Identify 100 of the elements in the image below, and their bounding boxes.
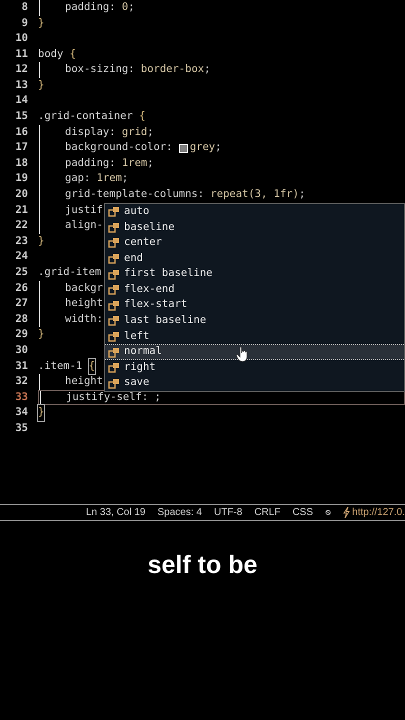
status-item[interactable]: CSS (292, 505, 314, 520)
css-property: justify-self (66, 390, 142, 405)
css-selector: .item-1 (38, 358, 84, 374)
css-property: display (65, 124, 110, 140)
line-number: 18 (14, 156, 28, 171)
brace: { (139, 109, 146, 124)
line-number: 33 (14, 390, 28, 405)
suggestion-item[interactable]: auto (105, 204, 404, 220)
line-number: 15 (14, 109, 28, 124)
brace: } (38, 234, 44, 249)
property-icon (108, 253, 120, 264)
css-selector: body (38, 46, 64, 62)
status-item[interactable]: Ln 33, Col 19 (86, 505, 146, 520)
suggestion-item[interactable]: save (105, 376, 404, 392)
brace: } (38, 78, 44, 93)
property-icon (108, 315, 120, 326)
punctuation: ; (154, 390, 161, 405)
css-property: backgr (65, 280, 103, 296)
live-server-item[interactable]: http://127.0. (343, 505, 405, 520)
css-value: 1rem (122, 156, 148, 171)
punctuation: : (109, 124, 117, 140)
css-property: height (65, 374, 103, 390)
suggestion-item[interactable]: flex-start (105, 298, 404, 314)
property-icon (108, 237, 120, 248)
line-number: 29 (14, 327, 28, 342)
punctuation: : (198, 187, 206, 202)
line-number: 17 (14, 140, 28, 156)
punctuation: ; (215, 140, 222, 156)
css-property: padding (65, 0, 110, 15)
line-number: 30 (14, 342, 28, 358)
punctuation: : (109, 0, 117, 15)
punctuation: : (128, 62, 136, 78)
css-property: background-color (65, 140, 166, 156)
line-number: 14 (14, 93, 28, 108)
punctuation: ; (128, 0, 135, 15)
suggestion-item[interactable]: end (105, 250, 404, 266)
css-property: padding (65, 156, 110, 171)
line-number: 32 (14, 374, 28, 390)
property-icon (108, 268, 120, 280)
line-number: 22 (14, 218, 28, 234)
punctuation: ; (147, 156, 154, 171)
status-item[interactable]: CRLF (254, 505, 280, 520)
css-value: grid (122, 124, 148, 140)
suggestion-item[interactable]: last baseline (105, 313, 404, 329)
suggestion-item[interactable]: normal (105, 344, 404, 360)
css-selector: .grid-container (38, 109, 134, 124)
property-icon (108, 378, 120, 389)
brace: } (38, 327, 44, 342)
punctuation: : (109, 156, 117, 171)
suggestion-item[interactable]: flex-end (105, 282, 404, 298)
css-property: gap (65, 171, 84, 186)
brace: { (88, 358, 95, 374)
punctuation: ; (122, 171, 128, 186)
punctuation: ; (298, 187, 306, 202)
line-number: 21 (14, 202, 28, 218)
status-item[interactable]: UTF-8 (214, 505, 242, 520)
css-property: grid-template-columns (65, 187, 198, 202)
caption: self to be (146, 550, 258, 581)
line-number: 19 (14, 171, 28, 186)
property-icon (108, 284, 120, 296)
css-property: width: (65, 312, 103, 327)
css-value: repeat(3, 1fr) (210, 187, 299, 202)
line-number: 25 (14, 265, 28, 280)
line-number: 16 (14, 124, 28, 140)
punctuation: : (166, 140, 174, 156)
css-property: justif (65, 202, 103, 218)
css-value: 0 (122, 0, 128, 15)
property-icon (108, 300, 120, 311)
line-number: 10 (14, 31, 28, 46)
line-number: 26 (14, 280, 28, 296)
feedback-icon[interactable] (325, 507, 332, 518)
brace: } (38, 16, 44, 31)
line-number: 13 (14, 78, 28, 93)
property-icon (108, 222, 120, 233)
suggestion-item[interactable]: right (105, 360, 404, 376)
suggestion-item[interactable]: center (105, 235, 404, 251)
line-number: 24 (14, 249, 28, 264)
brace: { (70, 46, 76, 62)
line-number: 12 (14, 62, 28, 78)
property-icon (108, 362, 120, 374)
status-item[interactable]: Spaces: 4 (158, 505, 202, 520)
css-property: align- (65, 218, 103, 234)
property-icon (108, 331, 120, 342)
line-number: 34 (14, 405, 28, 420)
suggestion-item[interactable]: first baseline (105, 266, 404, 282)
lightning-icon (343, 507, 350, 518)
css-property: height (65, 296, 103, 312)
line-number: 35 (14, 420, 28, 436)
suggestion-item[interactable]: baseline (105, 220, 404, 236)
css-value: 1rem (96, 171, 122, 186)
brace: } (38, 405, 44, 422)
css-value: border-box (140, 62, 204, 78)
line-number: 23 (14, 234, 28, 249)
punctuation: ; (147, 124, 154, 140)
property-icon (108, 206, 120, 218)
punctuation: : (84, 171, 92, 186)
css-selector: .grid-item (38, 265, 102, 280)
css-property: box-sizing (65, 62, 128, 78)
line-number: 20 (14, 187, 28, 202)
suggestion-item[interactable]: left (105, 328, 404, 344)
